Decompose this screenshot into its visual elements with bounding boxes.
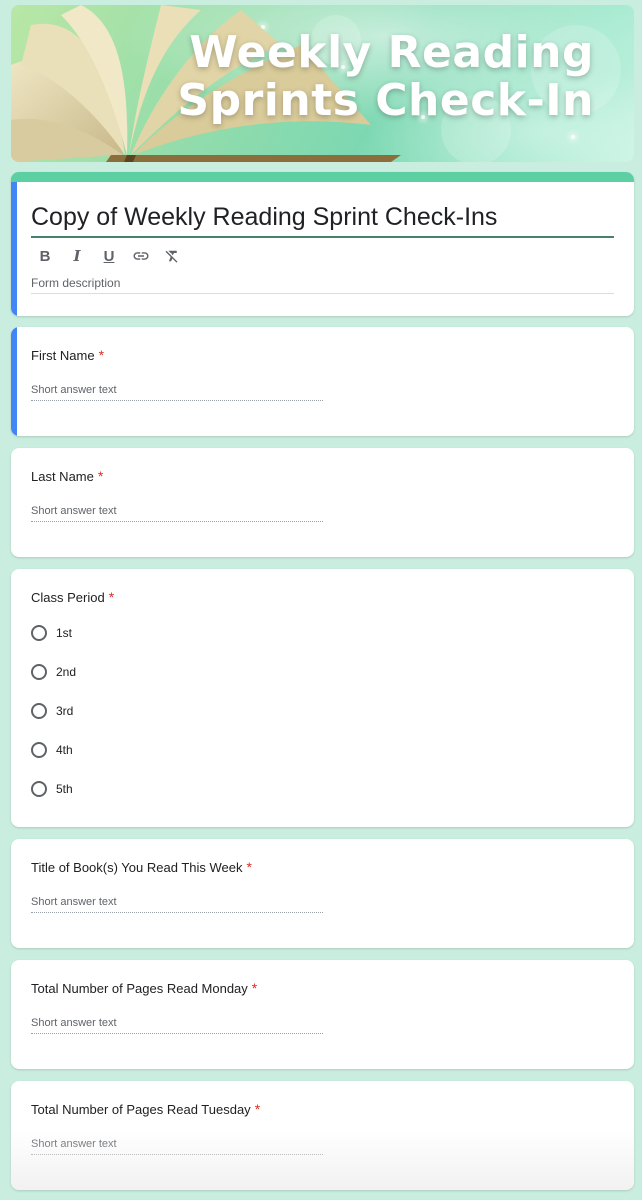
question-label: Title of Book(s) You Read This Week * bbox=[31, 859, 252, 875]
short-answer-placeholder: Short answer text bbox=[31, 1017, 323, 1034]
sparkle bbox=[571, 135, 575, 139]
underline-icon[interactable]: U bbox=[99, 246, 119, 266]
question-card-last-name[interactable]: Last Name * Short answer text bbox=[11, 448, 634, 557]
question-label: Total Number of Pages Read Tuesday * bbox=[31, 1101, 260, 1117]
option-label: 5th bbox=[56, 782, 73, 796]
radio-circle-icon[interactable] bbox=[31, 664, 47, 680]
radio-circle-icon[interactable] bbox=[31, 781, 47, 797]
link-icon[interactable] bbox=[131, 246, 151, 266]
question-card-first-name[interactable]: First Name * Short answer text bbox=[11, 327, 634, 436]
header-banner-image: Weekly Reading Sprints Check-In bbox=[11, 5, 634, 162]
required-asterisk: * bbox=[108, 589, 115, 605]
short-answer-placeholder: Short answer text bbox=[31, 1138, 323, 1155]
question-title: Last Name bbox=[31, 469, 94, 484]
question-card-book-title[interactable]: Title of Book(s) You Read This Week * Sho… bbox=[11, 839, 634, 948]
radio-option[interactable]: 3rd bbox=[31, 703, 73, 719]
theme-color-bar bbox=[11, 172, 634, 182]
form-title-card[interactable]: Copy of Weekly Reading Sprint Check-Ins … bbox=[11, 172, 634, 316]
form-editor: Weekly Reading Sprints Check-In Copy of … bbox=[11, 5, 634, 1190]
question-label: Last Name * bbox=[31, 468, 103, 484]
italic-icon[interactable]: I bbox=[67, 246, 87, 266]
form-title-input[interactable]: Copy of Weekly Reading Sprint Check-Ins bbox=[31, 200, 614, 238]
clear-formatting-icon[interactable] bbox=[163, 246, 183, 266]
question-title: First Name bbox=[31, 348, 95, 363]
option-label: 1st bbox=[56, 626, 73, 640]
question-card-pages-tuesday[interactable]: Total Number of Pages Read Tuesday * Shor… bbox=[11, 1081, 634, 1190]
question-label: First Name * bbox=[31, 347, 104, 363]
radio-circle-icon[interactable] bbox=[31, 703, 47, 719]
question-card-pages-monday[interactable]: Total Number of Pages Read Monday * Short… bbox=[11, 960, 634, 1069]
text-format-toolbar: B I U bbox=[35, 246, 183, 266]
question-title: Total Number of Pages Read Monday bbox=[31, 981, 248, 996]
required-asterisk: * bbox=[254, 1101, 261, 1117]
option-label: 3rd bbox=[56, 704, 74, 718]
question-title: Title of Book(s) You Read This Week bbox=[31, 860, 243, 875]
bold-icon[interactable]: B bbox=[35, 246, 55, 266]
required-asterisk: * bbox=[98, 347, 105, 363]
short-answer-placeholder: Short answer text bbox=[31, 384, 323, 401]
question-card-class-period[interactable]: Class Period * 1st 2nd 3rd 4th 5th bbox=[11, 569, 634, 827]
question-label: Total Number of Pages Read Monday * bbox=[31, 980, 257, 996]
required-asterisk: * bbox=[251, 980, 258, 996]
banner-title-line-2: Sprints Check-In bbox=[177, 75, 594, 126]
question-title: Class Period bbox=[31, 590, 105, 605]
short-answer-placeholder: Short answer text bbox=[31, 505, 323, 522]
option-label: 4th bbox=[56, 743, 73, 757]
form-description-input[interactable]: Form description bbox=[31, 276, 614, 294]
radio-option[interactable]: 4th bbox=[31, 742, 73, 758]
radio-option[interactable]: 5th bbox=[31, 781, 73, 797]
short-answer-placeholder: Short answer text bbox=[31, 896, 323, 913]
banner-title: Weekly Reading Sprints Check-In bbox=[174, 29, 594, 125]
radio-circle-icon[interactable] bbox=[31, 742, 47, 758]
banner-title-line-1: Weekly Reading bbox=[189, 27, 594, 78]
radio-circle-icon[interactable] bbox=[31, 625, 47, 641]
question-title: Total Number of Pages Read Tuesday bbox=[31, 1102, 251, 1117]
required-asterisk: * bbox=[97, 468, 104, 484]
radio-option[interactable]: 1st bbox=[31, 625, 72, 641]
option-label: 2nd bbox=[56, 665, 77, 679]
radio-option[interactable]: 2nd bbox=[31, 664, 76, 680]
required-asterisk: * bbox=[246, 859, 252, 875]
question-label: Class Period * bbox=[31, 589, 114, 605]
